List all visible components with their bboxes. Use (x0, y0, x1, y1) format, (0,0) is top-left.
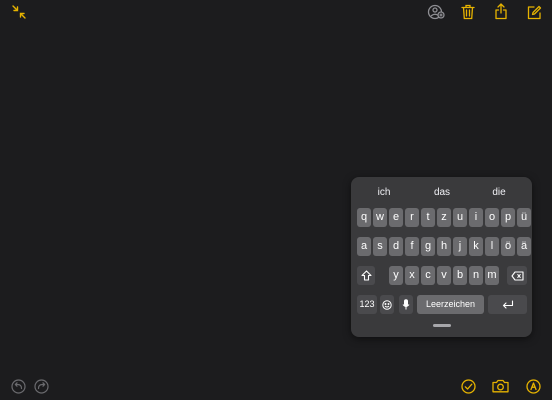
keyboard-drag-handle[interactable] (433, 324, 451, 327)
microphone-icon (402, 299, 410, 310)
key-a[interactable]: a (357, 237, 371, 256)
suggestion-3[interactable]: die (492, 187, 505, 198)
redo-icon[interactable] (32, 377, 50, 395)
key-oe[interactable]: ö (501, 237, 515, 256)
checkmark-circle-icon[interactable] (459, 377, 477, 395)
key-row-4: 123 Leerzeichen (357, 295, 527, 314)
key-z[interactable]: z (437, 208, 451, 227)
backspace-icon (510, 270, 524, 281)
numbers-key[interactable]: 123 (357, 295, 377, 314)
key-ue[interactable]: ü (517, 208, 531, 227)
key-s[interactable]: s (373, 237, 387, 256)
key-j[interactable]: j (453, 237, 467, 256)
key-m[interactable]: m (485, 266, 499, 285)
key-h[interactable]: h (437, 237, 451, 256)
return-key[interactable] (488, 295, 527, 314)
suggestion-2[interactable]: das (434, 187, 450, 198)
floating-keyboard: ich das die q w e r t z u i o p ü a s d … (351, 177, 532, 337)
key-d[interactable]: d (389, 237, 403, 256)
collapse-icon[interactable] (10, 3, 28, 21)
key-row-3: y x c v b n m (357, 266, 527, 285)
key-y[interactable]: y (389, 266, 403, 285)
key-row-1: q w e r t z u i o p ü (357, 208, 531, 227)
suggestion-bar: ich das die (351, 177, 532, 207)
key-c[interactable]: c (421, 266, 435, 285)
key-o[interactable]: o (485, 208, 499, 227)
shift-key[interactable] (357, 266, 375, 285)
share-icon[interactable] (492, 2, 510, 20)
key-ae[interactable]: ä (517, 237, 531, 256)
key-q[interactable]: q (357, 208, 371, 227)
camera-icon[interactable] (491, 377, 509, 395)
key-e[interactable]: e (389, 208, 403, 227)
return-icon (502, 300, 513, 309)
collaborate-icon[interactable] (427, 3, 445, 21)
backspace-key[interactable] (507, 266, 527, 285)
shift-icon (360, 270, 372, 281)
dictation-key[interactable] (399, 295, 413, 314)
emoji-key[interactable] (380, 295, 394, 314)
key-v[interactable]: v (437, 266, 451, 285)
key-b[interactable]: b (453, 266, 467, 285)
space-key[interactable]: Leerzeichen (417, 295, 484, 314)
key-u[interactable]: u (453, 208, 467, 227)
key-row-2: a s d f g h j k l ö ä (357, 237, 531, 256)
compose-icon[interactable] (525, 3, 543, 21)
markup-pen-icon[interactable] (524, 377, 542, 395)
key-p[interactable]: p (501, 208, 515, 227)
key-t[interactable]: t (421, 208, 435, 227)
key-w[interactable]: w (373, 208, 387, 227)
key-n[interactable]: n (469, 266, 483, 285)
emoji-icon (382, 299, 392, 310)
key-f[interactable]: f (405, 237, 419, 256)
trash-icon[interactable] (459, 3, 477, 21)
key-r[interactable]: r (405, 208, 419, 227)
undo-icon[interactable] (9, 377, 27, 395)
key-k[interactable]: k (469, 237, 483, 256)
key-g[interactable]: g (421, 237, 435, 256)
key-l[interactable]: l (485, 237, 499, 256)
key-i[interactable]: i (469, 208, 483, 227)
key-x[interactable]: x (405, 266, 419, 285)
suggestion-1[interactable]: ich (378, 187, 391, 198)
